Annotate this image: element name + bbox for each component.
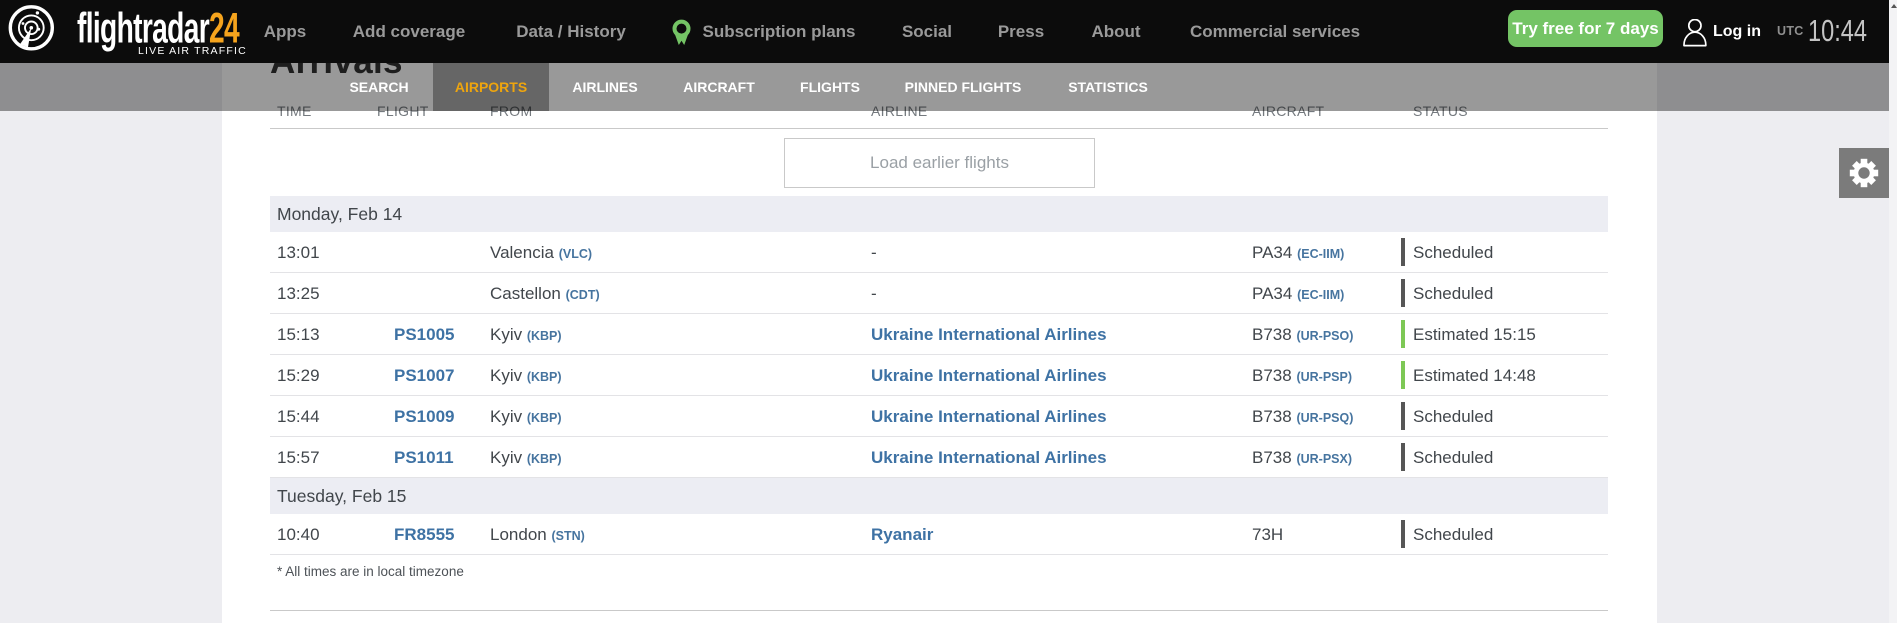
svg-text:10:44: 10:44	[1808, 13, 1867, 48]
